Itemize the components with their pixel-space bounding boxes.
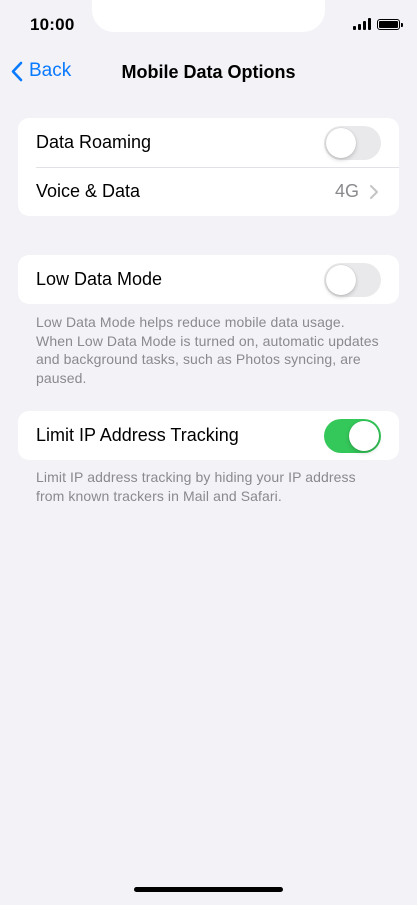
low-data-mode-label: Low Data Mode xyxy=(36,269,163,289)
voice-data-row[interactable]: Voice & Data 4G xyxy=(18,167,399,216)
toggle-knob xyxy=(349,420,379,451)
navigation-bar: Back Mobile Data Options xyxy=(0,54,417,94)
voice-data-label: Voice & Data xyxy=(36,181,141,201)
data-roaming-row: Data Roaming xyxy=(18,118,399,167)
home-indicator[interactable] xyxy=(134,887,283,892)
low-data-mode-row: Low Data Mode xyxy=(18,255,399,304)
settings-group-roaming: Data Roaming Voice & Data 4G xyxy=(18,118,399,216)
toggle-knob xyxy=(326,127,356,158)
notch xyxy=(92,0,325,32)
settings-group-ip-tracking: Limit IP Address Tracking xyxy=(18,411,399,460)
settings-group-low-data: Low Data Mode xyxy=(18,255,399,304)
low-data-mode-footnote: Low Data Mode helps reduce mobile data u… xyxy=(36,314,379,386)
toggle-knob xyxy=(326,264,356,295)
battery-icon xyxy=(377,18,403,30)
status-icons xyxy=(353,18,403,30)
signal-icon xyxy=(353,18,371,30)
chevron-right-icon xyxy=(370,184,378,199)
limit-ip-tracking-label: Limit IP Address Tracking xyxy=(36,425,239,445)
status-time: 10:00 xyxy=(30,15,75,34)
limit-ip-tracking-footnote: Limit IP address tracking by hiding your… xyxy=(36,469,356,504)
low-data-mode-toggle[interactable] xyxy=(324,262,381,297)
status-bar: 10:00 xyxy=(0,0,417,50)
data-roaming-toggle[interactable] xyxy=(324,125,381,160)
voice-data-value: 4G xyxy=(334,181,359,201)
data-roaming-label: Data Roaming xyxy=(36,132,152,152)
limit-ip-tracking-toggle[interactable] xyxy=(324,418,381,453)
limit-ip-tracking-row: Limit IP Address Tracking xyxy=(18,411,399,460)
page-title: Mobile Data Options xyxy=(121,62,296,82)
